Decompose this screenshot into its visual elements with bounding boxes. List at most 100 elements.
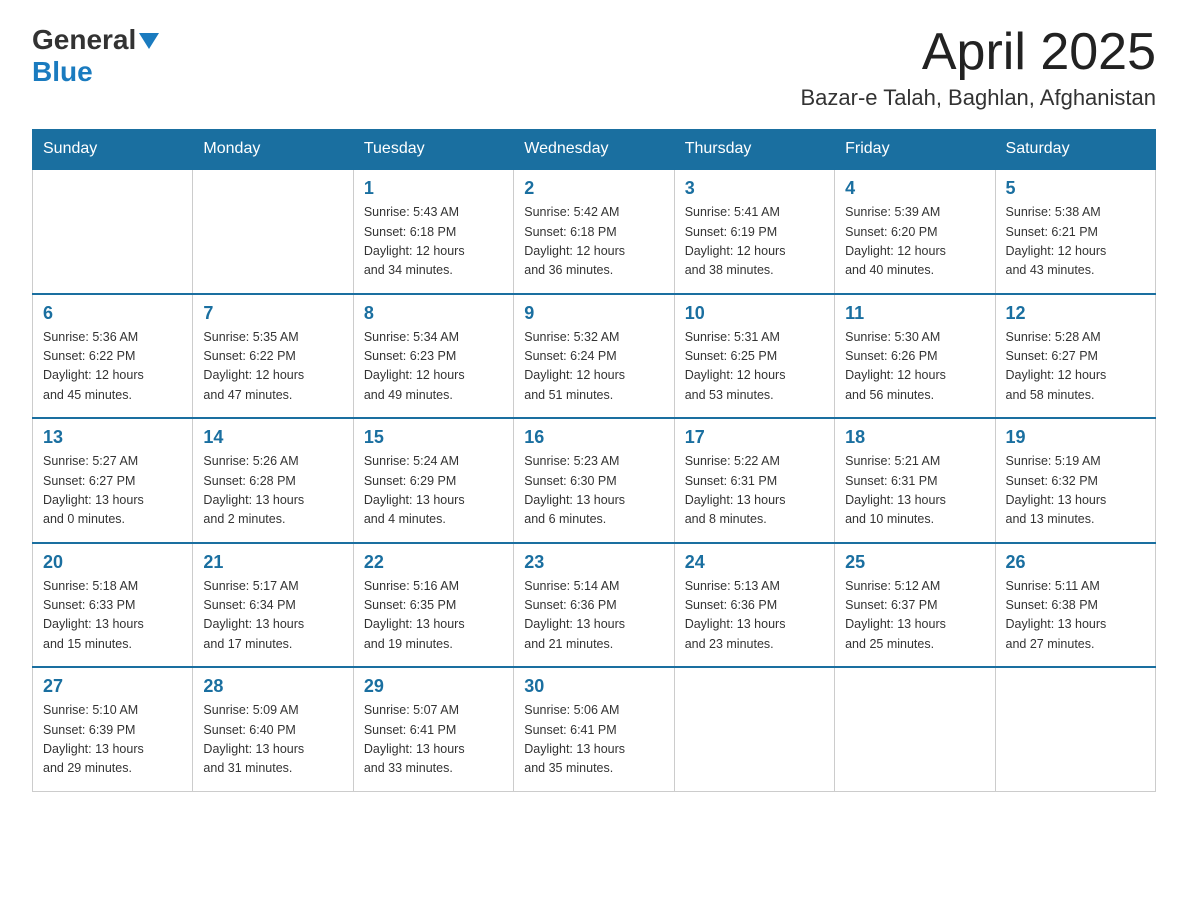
calendar-cell (33, 169, 193, 294)
day-number: 17 (685, 427, 824, 448)
day-info: Sunrise: 5:23 AM Sunset: 6:30 PM Dayligh… (524, 452, 663, 530)
day-info: Sunrise: 5:30 AM Sunset: 6:26 PM Dayligh… (845, 328, 984, 406)
calendar-cell: 23 Sunrise: 5:14 AM Sunset: 6:36 PM Dayli… (514, 543, 674, 668)
day-info: Sunrise: 5:21 AM Sunset: 6:31 PM Dayligh… (845, 452, 984, 530)
weekday-header-monday: Monday (193, 130, 353, 170)
day-info: Sunrise: 5:22 AM Sunset: 6:31 PM Dayligh… (685, 452, 824, 530)
logo-blue-text: Blue (32, 56, 93, 88)
calendar-cell: 19 Sunrise: 5:19 AM Sunset: 6:32 PM Dayli… (995, 418, 1155, 543)
day-number: 4 (845, 178, 984, 199)
calendar-week-row: 6Sunrise: 5:36 AM Sunset: 6:22 PM Daylig… (33, 294, 1156, 419)
day-info: Sunrise: 5:41 AM Sunset: 6:19 PM Dayligh… (685, 203, 824, 281)
calendar-cell: 6Sunrise: 5:36 AM Sunset: 6:22 PM Daylig… (33, 294, 193, 419)
calendar-cell: 10 Sunrise: 5:31 AM Sunset: 6:25 PM Dayli… (674, 294, 834, 419)
calendar-week-row: 27Sunrise: 5:10 AM Sunset: 6:39 PM Dayli… (33, 667, 1156, 791)
calendar-cell (835, 667, 995, 791)
calendar-cell: 11 Sunrise: 5:30 AM Sunset: 6:26 PM Dayli… (835, 294, 995, 419)
day-number: 9 (524, 303, 663, 324)
day-number: 14 (203, 427, 342, 448)
calendar-cell: 7 Sunrise: 5:35 AM Sunset: 6:22 PM Daylig… (193, 294, 353, 419)
calendar-cell (674, 667, 834, 791)
weekday-header-thursday: Thursday (674, 130, 834, 170)
day-number: 16 (524, 427, 663, 448)
logo-general-text: General (32, 24, 136, 56)
location-title: Bazar-e Talah, Baghlan, Afghanistan (800, 85, 1156, 111)
day-number: 5 (1006, 178, 1145, 199)
title-block: April 2025 Bazar-e Talah, Baghlan, Afgha… (800, 24, 1156, 111)
calendar-table: SundayMondayTuesdayWednesdayThursdayFrid… (32, 129, 1156, 792)
day-info: Sunrise: 5:14 AM Sunset: 6:36 PM Dayligh… (524, 577, 663, 655)
day-number: 6 (43, 303, 182, 324)
day-number: 8 (364, 303, 503, 324)
calendar-cell: 15Sunrise: 5:24 AM Sunset: 6:29 PM Dayli… (353, 418, 513, 543)
day-info: Sunrise: 5:24 AM Sunset: 6:29 PM Dayligh… (364, 452, 503, 530)
day-number: 22 (364, 552, 503, 573)
calendar-week-row: 20 Sunrise: 5:18 AM Sunset: 6:33 PM Dayli… (33, 543, 1156, 668)
day-number: 24 (685, 552, 824, 573)
day-info: Sunrise: 5:06 AM Sunset: 6:41 PM Dayligh… (524, 701, 663, 779)
calendar-cell: 16 Sunrise: 5:23 AM Sunset: 6:30 PM Dayli… (514, 418, 674, 543)
day-number: 27 (43, 676, 182, 697)
weekday-header-sunday: Sunday (33, 130, 193, 170)
day-number: 7 (203, 303, 342, 324)
calendar-cell: 3 Sunrise: 5:41 AM Sunset: 6:19 PM Daylig… (674, 169, 834, 294)
calendar-cell: 9 Sunrise: 5:32 AM Sunset: 6:24 PM Daylig… (514, 294, 674, 419)
day-info: Sunrise: 5:38 AM Sunset: 6:21 PM Dayligh… (1006, 203, 1145, 281)
logo-triangle-icon (139, 33, 159, 49)
day-number: 23 (524, 552, 663, 573)
day-number: 25 (845, 552, 984, 573)
calendar-cell: 25 Sunrise: 5:12 AM Sunset: 6:37 PM Dayli… (835, 543, 995, 668)
calendar-cell: 2Sunrise: 5:42 AM Sunset: 6:18 PM Daylig… (514, 169, 674, 294)
day-info: Sunrise: 5:42 AM Sunset: 6:18 PM Dayligh… (524, 203, 663, 281)
weekday-header-wednesday: Wednesday (514, 130, 674, 170)
day-number: 1 (364, 178, 503, 199)
calendar-header-row: SundayMondayTuesdayWednesdayThursdayFrid… (33, 130, 1156, 170)
day-info: Sunrise: 5:35 AM Sunset: 6:22 PM Dayligh… (203, 328, 342, 406)
calendar-cell (193, 169, 353, 294)
calendar-cell: 29Sunrise: 5:07 AM Sunset: 6:41 PM Dayli… (353, 667, 513, 791)
day-number: 20 (43, 552, 182, 573)
day-info: Sunrise: 5:13 AM Sunset: 6:36 PM Dayligh… (685, 577, 824, 655)
day-number: 11 (845, 303, 984, 324)
calendar-cell: 30Sunrise: 5:06 AM Sunset: 6:41 PM Dayli… (514, 667, 674, 791)
day-number: 28 (203, 676, 342, 697)
day-number: 18 (845, 427, 984, 448)
day-info: Sunrise: 5:27 AM Sunset: 6:27 PM Dayligh… (43, 452, 182, 530)
calendar-cell: 21 Sunrise: 5:17 AM Sunset: 6:34 PM Dayli… (193, 543, 353, 668)
day-number: 3 (685, 178, 824, 199)
calendar-cell: 13Sunrise: 5:27 AM Sunset: 6:27 PM Dayli… (33, 418, 193, 543)
page-header: General Blue April 2025 Bazar-e Talah, B… (32, 24, 1156, 111)
day-info: Sunrise: 5:31 AM Sunset: 6:25 PM Dayligh… (685, 328, 824, 406)
calendar-cell: 14 Sunrise: 5:26 AM Sunset: 6:28 PM Dayli… (193, 418, 353, 543)
day-number: 21 (203, 552, 342, 573)
logo: General Blue (32, 24, 159, 88)
calendar-cell (995, 667, 1155, 791)
day-info: Sunrise: 5:39 AM Sunset: 6:20 PM Dayligh… (845, 203, 984, 281)
day-info: Sunrise: 5:12 AM Sunset: 6:37 PM Dayligh… (845, 577, 984, 655)
calendar-cell: 27Sunrise: 5:10 AM Sunset: 6:39 PM Dayli… (33, 667, 193, 791)
day-info: Sunrise: 5:11 AM Sunset: 6:38 PM Dayligh… (1006, 577, 1145, 655)
day-info: Sunrise: 5:17 AM Sunset: 6:34 PM Dayligh… (203, 577, 342, 655)
day-info: Sunrise: 5:34 AM Sunset: 6:23 PM Dayligh… (364, 328, 503, 406)
day-number: 12 (1006, 303, 1145, 324)
weekday-header-friday: Friday (835, 130, 995, 170)
calendar-cell: 5 Sunrise: 5:38 AM Sunset: 6:21 PM Daylig… (995, 169, 1155, 294)
day-info: Sunrise: 5:18 AM Sunset: 6:33 PM Dayligh… (43, 577, 182, 655)
day-info: Sunrise: 5:09 AM Sunset: 6:40 PM Dayligh… (203, 701, 342, 779)
day-info: Sunrise: 5:26 AM Sunset: 6:28 PM Dayligh… (203, 452, 342, 530)
month-title: April 2025 (800, 24, 1156, 81)
day-number: 29 (364, 676, 503, 697)
day-number: 10 (685, 303, 824, 324)
weekday-header-saturday: Saturday (995, 130, 1155, 170)
day-info: Sunrise: 5:19 AM Sunset: 6:32 PM Dayligh… (1006, 452, 1145, 530)
calendar-cell: 18 Sunrise: 5:21 AM Sunset: 6:31 PM Dayli… (835, 418, 995, 543)
calendar-cell: 17 Sunrise: 5:22 AM Sunset: 6:31 PM Dayli… (674, 418, 834, 543)
weekday-header-tuesday: Tuesday (353, 130, 513, 170)
calendar-cell: 24 Sunrise: 5:13 AM Sunset: 6:36 PM Dayli… (674, 543, 834, 668)
day-info: Sunrise: 5:32 AM Sunset: 6:24 PM Dayligh… (524, 328, 663, 406)
day-number: 19 (1006, 427, 1145, 448)
calendar-cell: 4 Sunrise: 5:39 AM Sunset: 6:20 PM Daylig… (835, 169, 995, 294)
calendar-cell: 20 Sunrise: 5:18 AM Sunset: 6:33 PM Dayli… (33, 543, 193, 668)
calendar-cell: 8 Sunrise: 5:34 AM Sunset: 6:23 PM Daylig… (353, 294, 513, 419)
calendar-cell: 1Sunrise: 5:43 AM Sunset: 6:18 PM Daylig… (353, 169, 513, 294)
